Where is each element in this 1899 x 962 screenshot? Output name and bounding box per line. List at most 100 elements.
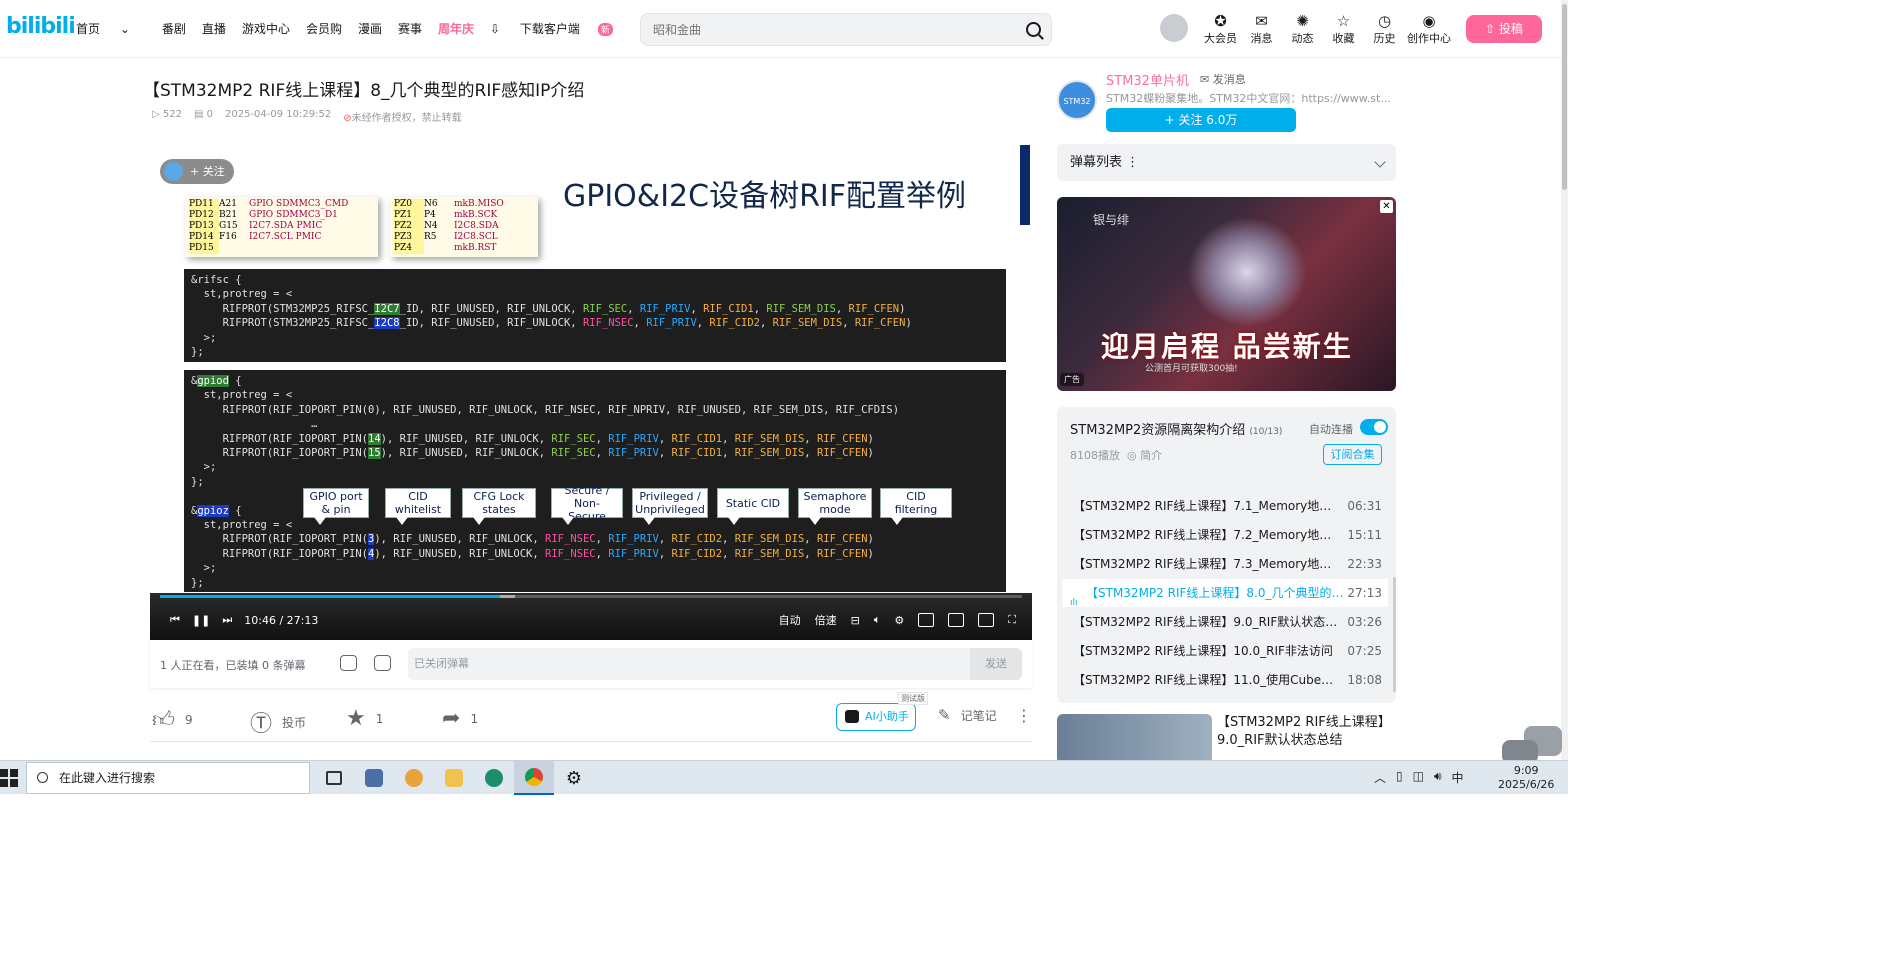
taskbar-clock[interactable]: 9:09 2025/6/26	[1498, 764, 1554, 792]
speed-button[interactable]: 倍速	[815, 612, 837, 628]
next-icon[interactable]: ⏭	[222, 613, 232, 627]
network-icon[interactable]: ◫	[1413, 769, 1424, 786]
playlist-item[interactable]: 【STM32MP2 RIF线上课程】7.3_Memory地址分配与隔离22:33	[1062, 550, 1388, 578]
nav-mall[interactable]: 会员购	[306, 20, 342, 37]
paint-icon[interactable]	[394, 761, 434, 795]
fullscreen-icon[interactable]: ⛶	[1008, 613, 1016, 627]
header-dynamic[interactable]: ✺ 动态	[1282, 12, 1323, 46]
header-icon-group: ✪ 大会员 ✉ 消息 ✺ 动态 ☆ 收藏 ◷ 历史 ◉ 创作中心	[1200, 12, 1453, 46]
playlist-item[interactable]: 【STM32MP2 RIF线上课程】7.1_Memory地址分配与隔离06:31	[1062, 492, 1388, 520]
nav-home[interactable]: 首页 ⌄	[76, 20, 146, 37]
danmaku-input[interactable]: 已关闭弹幕 发送	[408, 648, 1022, 680]
like-button[interactable]: 👍︎ 9	[152, 706, 193, 733]
quality-button[interactable]: 自动	[779, 612, 801, 628]
nav-anniversary[interactable]: 周年庆	[438, 20, 474, 37]
chevron-down-icon	[1374, 156, 1386, 168]
playlist-stats: 8108播放 ◎ 简介	[1070, 449, 1163, 462]
autoplay-toggle[interactable]	[1360, 419, 1388, 435]
file-explorer-icon[interactable]	[434, 761, 474, 795]
playlist-scrollbar[interactable]	[1393, 577, 1396, 692]
web-fullscreen-icon[interactable]	[978, 613, 995, 627]
danmaku-settings-icon[interactable]	[374, 655, 391, 671]
uploader-avatar[interactable]: STM32	[1057, 80, 1097, 120]
upload-button[interactable]: ⇧ 投稿	[1466, 15, 1542, 43]
header-messages[interactable]: ✉ 消息	[1241, 12, 1282, 46]
chrome-browser-icon[interactable]	[514, 761, 554, 795]
previous-icon[interactable]: ⏮	[170, 613, 180, 627]
nav-esports[interactable]: 赛事	[398, 20, 422, 37]
ad-banner[interactable]: 银与绯 迎月启程 品尝新生 公测首月可获取300抽! 广告 ✕	[1057, 197, 1396, 391]
subtitle-off-icon[interactable]: ⊟	[851, 614, 860, 627]
widescreen-icon[interactable]	[948, 613, 965, 627]
nav-download-client[interactable]: ⇩ 下载客户端新	[490, 20, 629, 37]
callout-privileged: Privileged / Unprivileged	[632, 488, 708, 525]
recommended-title[interactable]: 【STM32MP2 RIF线上课程】9.0_RIF默认状态总结	[1217, 714, 1397, 750]
user-avatar[interactable]	[1160, 14, 1188, 42]
header-history[interactable]: ◷ 历史	[1364, 12, 1405, 46]
ad-game-logo: 银与绯	[1093, 213, 1130, 227]
send-message-link[interactable]: ✉ 发消息	[1200, 71, 1246, 87]
bilibili-logo[interactable]: bilibili	[6, 14, 76, 39]
pause-icon[interactable]: ❚❚	[192, 614, 210, 627]
nav-game-center[interactable]: 游戏中心	[242, 20, 290, 37]
windows-start-icon[interactable]	[0, 769, 18, 787]
header-vip[interactable]: ✪ 大会员	[1200, 12, 1241, 46]
playlist-item[interactable]: 【STM32MP2 RIF线上课程】7.2_Memory地址分配与隔离15:11	[1062, 521, 1388, 549]
search-icon[interactable]	[1026, 22, 1041, 37]
video-player[interactable]: + 关注 GPIO&I2C设备树RIF配置举例 PD11 A21 GPIO SDMM…	[150, 143, 1032, 640]
playlist-item[interactable]: 【STM32MP2 RIF线上课程】10.0_RIF非法访问 07:25	[1062, 637, 1388, 665]
danmaku-count: 0	[206, 109, 213, 120]
progress-bar[interactable]	[160, 595, 1022, 598]
vip-icon: ✪	[1214, 12, 1227, 30]
picture-in-picture-icon[interactable]	[918, 613, 935, 627]
volume-icon[interactable]: 🔊︎	[1434, 769, 1442, 786]
nav-manga[interactable]: 漫画	[358, 20, 382, 37]
playlist-title[interactable]: STM32MP2资源隔离架构介绍 (10/13)	[1070, 419, 1282, 438]
coin-button[interactable]: Ⓣ 投币	[250, 706, 306, 738]
search-input[interactable]	[641, 14, 1001, 45]
danmaku-toggle-icon[interactable]	[340, 655, 357, 671]
playlist-item[interactable]: 【STM32MP2 RIF线上课程】9.0_RIF默认状态总结 03:26	[1062, 608, 1388, 636]
danmaku-list-toggle[interactable]: 弹幕列表 ⋮	[1057, 144, 1396, 181]
nav-bangumi[interactable]: 番剧	[162, 20, 186, 37]
more-options-icon[interactable]: ⋮	[1016, 706, 1032, 725]
edge-browser-icon[interactable]	[474, 761, 514, 795]
close-icon[interactable]: ✕	[1380, 200, 1393, 213]
progress-played	[160, 595, 501, 598]
ai-assistant-button[interactable]: AI小助手	[836, 703, 916, 731]
header-creator-center[interactable]: ◉ 创作中心	[1405, 12, 1453, 46]
taskbar-search[interactable]: 在此键入进行搜索	[26, 762, 310, 794]
more-dots-icon: ⋮	[1126, 155, 1140, 170]
battery-icon[interactable]: ▯	[1396, 769, 1403, 786]
recommended-thumbnail[interactable]	[1057, 714, 1212, 764]
nav-live[interactable]: 直播	[202, 20, 226, 37]
notes-button[interactable]: ✎ 记笔记	[938, 706, 997, 724]
uploader-name[interactable]: STM32单片机	[1106, 70, 1189, 89]
chat-bubble-icon[interactable]	[1502, 724, 1564, 764]
subscribe-collection-button[interactable]: 订阅合集	[1323, 444, 1382, 465]
page-scrollbar[interactable]	[1561, 0, 1568, 760]
ad-character-art	[1187, 217, 1307, 327]
top-navigation-bar: bilibili 首页 ⌄ 番剧 直播 游戏中心 会员购 漫画 赛事 周年庆 ⇩…	[0, 0, 1568, 58]
playlist-item-active[interactable]: ılı【STM32MP2 RIF线上课程】8.0_几个典型的RIF感知IP介绍2…	[1062, 579, 1388, 608]
follow-button[interactable]: + 关注 6.0万	[1106, 108, 1296, 132]
scrollbar-thumb[interactable]	[1562, 4, 1567, 190]
playlist-item[interactable]: 【STM32MP2 RIF线上课程】11.0_使用CubeMX配置RIF18:0…	[1062, 666, 1388, 694]
send-danmaku-button[interactable]: 发送	[970, 648, 1022, 680]
volume-icon[interactable]: 🔈︎	[874, 613, 881, 627]
ime-indicator[interactable]: 中	[1452, 769, 1464, 786]
autoplay-label: 自动连播	[1309, 423, 1353, 436]
tray-chevron-up-icon[interactable]: ︿	[1374, 769, 1386, 786]
header-favorites[interactable]: ☆ 收藏	[1323, 12, 1364, 46]
player-follow-button[interactable]: + 关注	[160, 159, 234, 184]
favorite-button[interactable]: ★ 1	[346, 706, 383, 731]
share-button[interactable]: ➦ 1	[442, 706, 478, 731]
ad-subline: 公测首月可获取300抽!	[1145, 364, 1238, 374]
mail-icon: ✉	[1200, 73, 1213, 86]
task-view-icon[interactable]	[314, 761, 354, 795]
settings-gear-icon[interactable]: ⚙	[894, 614, 904, 627]
play-count-icon: ▷	[152, 109, 160, 120]
recommended-video[interactable]: 【STM32MP2 RIF线上课程】9.0_RIF默认状态总结	[1057, 714, 1397, 764]
settings-gear-icon[interactable]: ⚙	[554, 761, 594, 795]
calculator-icon[interactable]	[354, 761, 394, 795]
